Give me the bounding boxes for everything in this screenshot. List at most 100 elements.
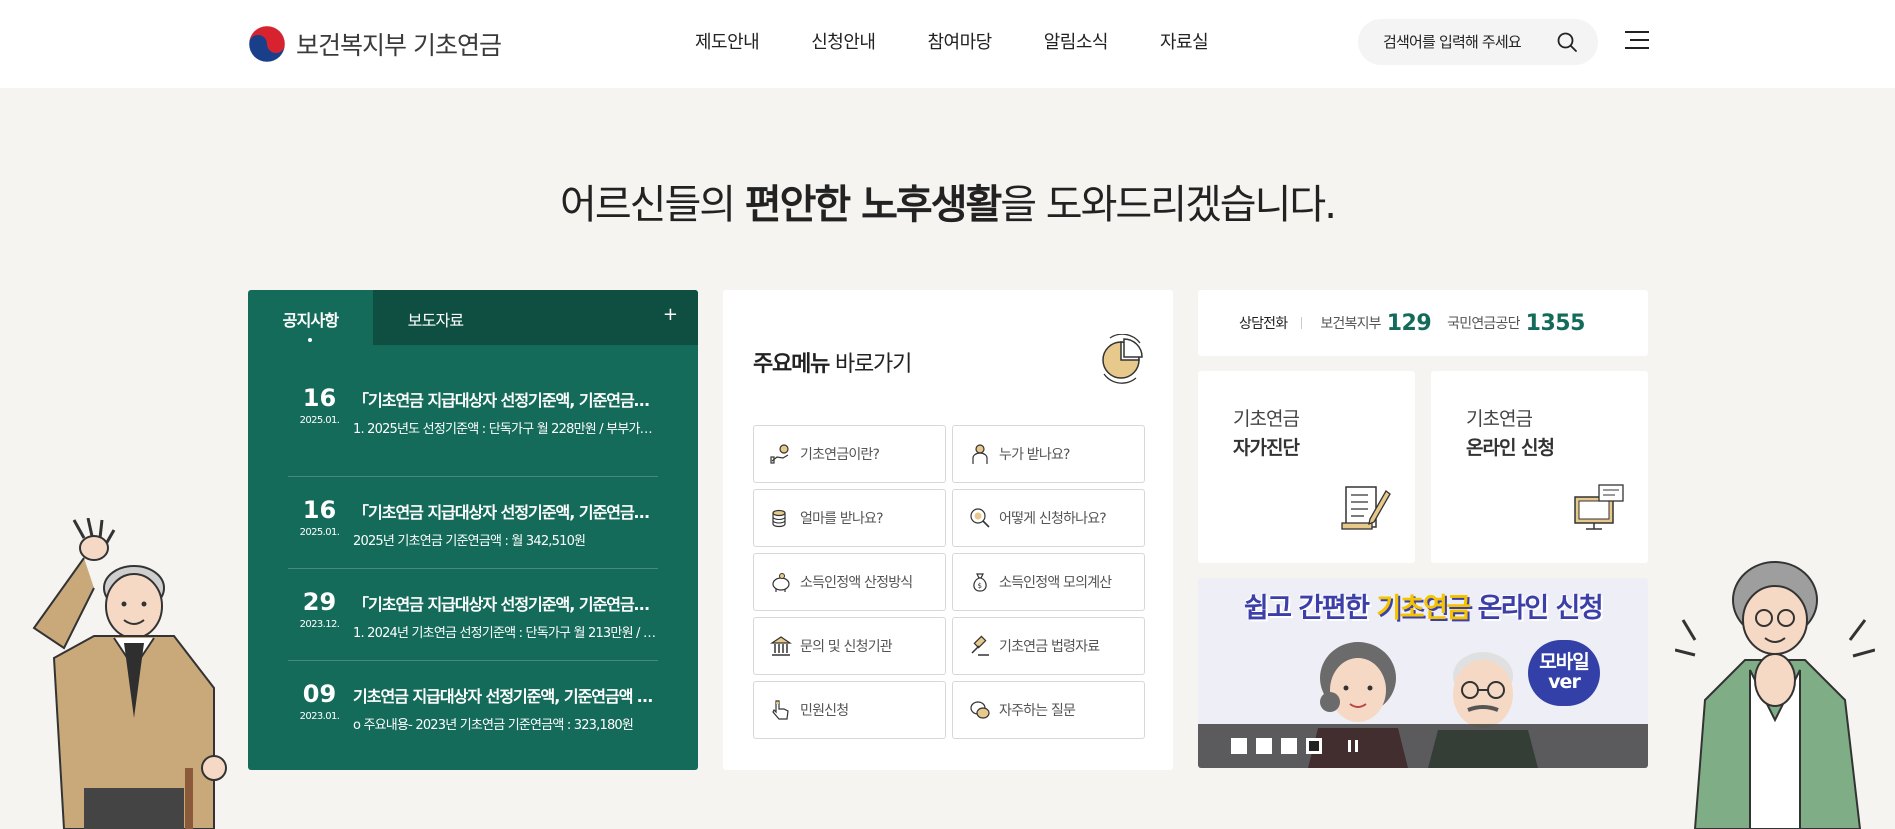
quick-how-to-apply[interactable]: 어떻게 신청하나요? (952, 489, 1145, 547)
clapping-grandma-illustration (1675, 561, 1875, 829)
notice-text: 기초연금 지급대상자 선정기준액, 기준연금액 및 소득인정액 산정 등에 관한… (353, 681, 658, 753)
quick-menu-panel: 주요메뉴 바로가기 기초연금이란? 누가 받나요? 얼마를 받나요? 어떻게 신… (723, 290, 1173, 770)
quick-label: 기초연금 법령자료 (999, 639, 1100, 655)
slide-dot-4[interactable] (1306, 738, 1322, 754)
quick-title-bold: 주요메뉴 (753, 352, 830, 377)
notice-desc: o 주요내용- 2023년 기초연금 기준연금액 : 323,180원 (353, 718, 634, 733)
quick-label: 어떻게 신청하나요? (999, 511, 1107, 527)
nav-application-guide[interactable]: 신청안내 (811, 28, 876, 54)
notice-text: 「기초연금 지급대상자 선정기준액, 기준연금액 및 소득인정액 산정 등에 관… (353, 385, 658, 476)
online-application-card[interactable]: 기초연금 온라인 신청 (1431, 371, 1648, 563)
phone-org-ministry: 보건복지부 (1320, 316, 1381, 332)
quick-what-is-pension[interactable]: 기초연금이란? (753, 425, 946, 483)
notice-year-month: 2023.12. (299, 619, 340, 630)
notice-item[interactable]: 16 2025.01. 「기초연금 지급대상자 선정기준액, 기준연금액 및 소… (288, 477, 658, 569)
quick-label: 문의 및 신청기관 (800, 639, 893, 655)
notice-title: 「기초연금 지급대상자 선정기준액, 기준연금액 및 소득인정액 산정 등에 관… (353, 391, 658, 410)
notice-date: 16 2025.01. (288, 385, 351, 476)
notice-date: 09 2023.01. (288, 681, 351, 753)
more-plus-icon[interactable]: + (663, 304, 678, 325)
notice-desc: 1. 2024년 기초연금 선정기준액 : 단독가구 월 213만원 / 부부가… (353, 626, 658, 641)
slide-indicators (1231, 738, 1322, 754)
promo-banner[interactable]: 쉽고 간편한 기초연금 온라인 신청 모바일 ver (1198, 578, 1648, 768)
gavel-icon (971, 635, 989, 656)
site-logo[interactable]: 보건복지부 기초연금 (248, 24, 502, 64)
logo-text: 보건복지부 기초연금 (296, 31, 502, 60)
self-diagnosis-card[interactable]: 기초연금 자가진단 (1198, 371, 1415, 563)
pause-icon[interactable] (1348, 738, 1360, 754)
coin-stack-icon (772, 509, 786, 528)
svg-text:$: $ (978, 582, 982, 590)
card-line2: 온라인 신청 (1466, 437, 1555, 459)
banner-title: 쉽고 간편한 기초연금 온라인 신청 (1198, 586, 1648, 625)
notice-item[interactable]: 16 2025.01. 「기초연금 지급대상자 선정기준액, 기준연금액 및 소… (288, 385, 658, 477)
quick-faq[interactable]: 자주하는 질문 (952, 681, 1145, 739)
coin-hand-icon (770, 444, 789, 464)
banner-title-highlight: 기초연금 (1376, 593, 1471, 624)
nav-resources[interactable]: 자료실 (1160, 28, 1209, 54)
quick-inquiry-offices[interactable]: 문의 및 신청기관 (753, 617, 946, 675)
slide-dot-1[interactable] (1231, 738, 1247, 754)
quick-title-rest: 바로가기 (829, 352, 912, 377)
quick-menu-title: 주요메뉴 바로가기 (753, 346, 912, 378)
notice-title: 「기초연금 지급대상자 선정기준액, 기준연금액 및 소득인정액 산정 등에 관… (353, 503, 658, 522)
quick-who-receives[interactable]: 누가 받나요? (952, 425, 1145, 483)
quick-income-calc-method[interactable]: 소득인정액 산정방식 (753, 553, 946, 611)
nav-participation[interactable]: 참여마당 (928, 28, 993, 54)
quick-label: 기초연금이란? (800, 447, 880, 463)
search-input[interactable] (1383, 33, 1553, 51)
quick-label: 자주하는 질문 (999, 703, 1076, 719)
card-line1: 기초연금 (1466, 408, 1533, 430)
search-icon[interactable] (1556, 31, 1578, 53)
phone-number-1355[interactable]: 1355 (1526, 311, 1586, 336)
checklist-pencil-icon (1341, 486, 1391, 530)
notice-panel: 공지사항 보도자료 + 16 2025.01. 「기초연금 지급대상자 선정기준… (248, 290, 698, 770)
banner-controls (1198, 724, 1648, 768)
banner-title-part1: 쉽고 간편한 (1243, 593, 1377, 624)
waving-grandpa-illustration (32, 518, 227, 829)
tab-notices[interactable]: 공지사항 (248, 290, 373, 345)
banner-title-part3: 온라인 신청 (1469, 593, 1604, 624)
headline-post: 을 도와드리겠습니다. (1000, 182, 1337, 228)
piggy-bank-icon (772, 573, 790, 592)
notice-desc: 1. 2025년도 선정기준액 : 단독가구 월 228만원 / 부부가구 월 … (353, 422, 658, 437)
notice-day: 29 (302, 588, 337, 616)
quick-label: 민원신청 (800, 703, 849, 719)
quick-label: 얼마를 받나요? (800, 511, 884, 527)
quick-label: 누가 받나요? (999, 447, 1070, 463)
money-bag-icon: $ (973, 573, 987, 592)
nav-system-guide[interactable]: 제도안내 (695, 28, 760, 54)
notice-day: 16 (302, 384, 337, 412)
card-line1: 기초연금 (1233, 408, 1300, 430)
quick-civil-petition[interactable]: 민원신청 (753, 681, 946, 739)
slide-dot-3[interactable] (1281, 738, 1297, 754)
quick-how-much[interactable]: 얼마를 받나요? (753, 489, 946, 547)
phone-number-129[interactable]: 129 (1387, 311, 1432, 336)
quick-law-materials[interactable]: 기초연금 법령자료 (952, 617, 1145, 675)
hamburger-menu-icon[interactable] (1625, 30, 1649, 50)
notice-item[interactable]: 29 2023.12. 「기초연금 지급대상자 선정기준액, 기준연금액 및 소… (288, 569, 658, 661)
notice-item[interactable]: 09 2023.01. 기초연금 지급대상자 선정기준액, 기준연금액 및 소득… (288, 661, 658, 753)
slide-dot-2[interactable] (1256, 738, 1272, 754)
pie-chart-icon (1102, 334, 1143, 384)
tab-press[interactable]: 보도자료 (373, 290, 498, 345)
notice-tabs: 공지사항 보도자료 + (248, 290, 698, 345)
quick-income-simulation[interactable]: $ 소득인정액 모의계산 (952, 553, 1145, 611)
notice-title: 「기초연금 지급대상자 선정기준액, 기준연금액 및 소득인정액 산정 등에 관… (353, 595, 658, 614)
search-box (1358, 19, 1598, 65)
notice-text: 「기초연금 지급대상자 선정기준액, 기준연금액 및 소득인정액 산정 등에 관… (353, 497, 658, 568)
phone-label: 상담전화 (1239, 316, 1288, 332)
badge-line1: 모바일 (1539, 651, 1589, 673)
card-line2: 자가진단 (1233, 437, 1300, 459)
notice-date: 29 2023.12. (288, 589, 351, 660)
site-header: 보건복지부 기초연금 제도안내 신청안내 참여마당 알림소식 자료실 (0, 0, 1895, 88)
nav-news[interactable]: 알림소식 (1044, 28, 1109, 54)
quick-label: 소득인정액 산정방식 (800, 575, 913, 591)
notice-text: 「기초연금 지급대상자 선정기준액, 기준연금액 및 소득인정액 산정 등에 관… (353, 589, 658, 660)
notice-desc: 2025년 기초연금 기준연금액 : 월 342,510원 (353, 534, 586, 549)
taegeuk-logo-icon (248, 25, 286, 63)
phone-org-nps: 국민연금공단 (1447, 316, 1520, 332)
notice-year-month: 2023.01. (299, 711, 340, 722)
notice-day: 16 (302, 496, 337, 524)
phone-consultation-box: 상담전화 보건복지부 129 국민연금공단 1355 (1198, 290, 1648, 356)
